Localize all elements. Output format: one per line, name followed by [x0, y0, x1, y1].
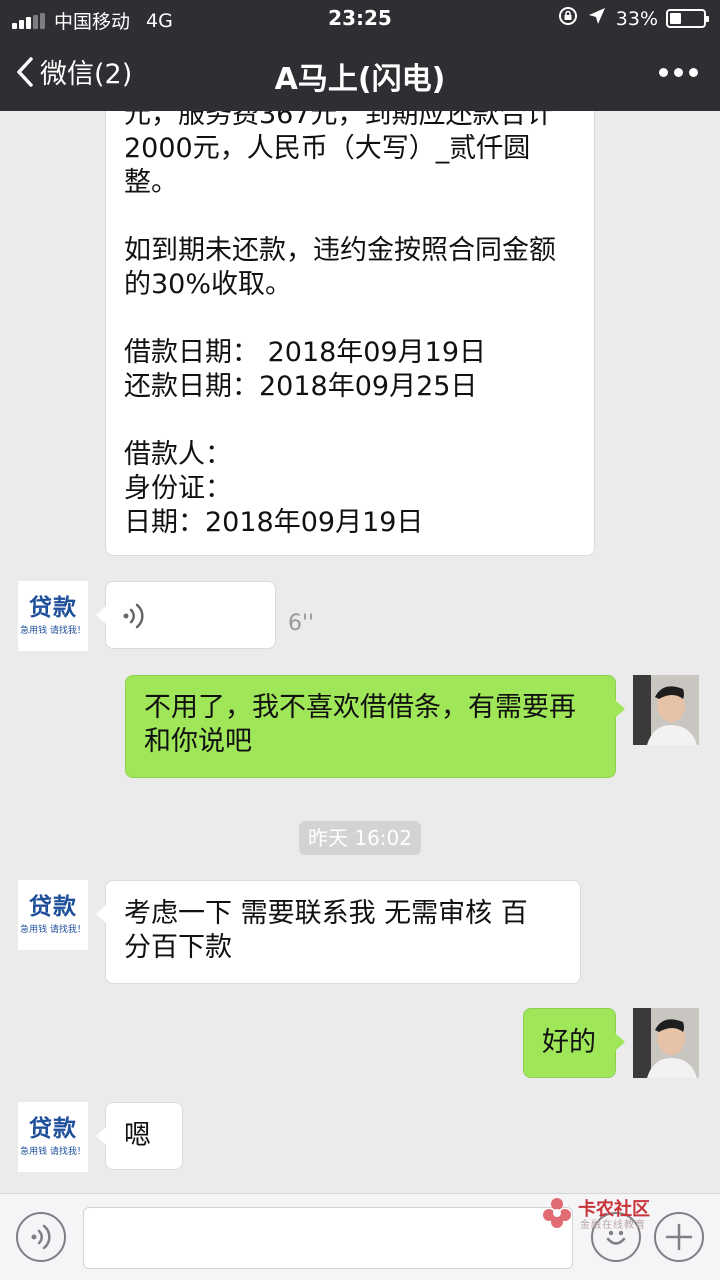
reply-message[interactable]: 好的: [523, 1008, 625, 1078]
watermark-logo-icon: [543, 1198, 571, 1228]
nav-bar: 微信(2) A马上(闪电): [0, 38, 720, 111]
my-avatar[interactable]: [633, 1008, 699, 1078]
rotation-lock-icon: [558, 6, 578, 31]
voice-duration: 6'': [288, 611, 315, 636]
contact-message-text: 考虑一下 需要联系我 无需审核 百 分百下款: [124, 898, 528, 963]
battery-icon: [666, 9, 709, 28]
voice-wave-icon: [123, 603, 144, 629]
contract-message[interactable]: 元，服务费367元，到期应还款合计 2000元，人民币（大写）_贰仟圆 整。 如…: [105, 111, 595, 556]
my-avatar[interactable]: [633, 675, 699, 745]
voice-input-button[interactable]: [16, 1212, 66, 1262]
avatar-line1: 贷款: [29, 1116, 77, 1142]
avatar-line1: 贷款: [29, 595, 77, 621]
avatar-line2: 急用钱 请找我！: [20, 925, 86, 935]
more-button[interactable]: [653, 68, 698, 77]
contact-avatar[interactable]: 贷款 急用钱 请找我！: [18, 581, 88, 651]
contract-partial-line: 元，服务费367元，到期应还款合计: [124, 111, 554, 130]
reply-message[interactable]: 不用了，我不喜欢借借条，有需要再 和你说吧: [125, 675, 625, 778]
reply-text: 好的: [542, 1027, 596, 1058]
reply-text: 不用了，我不喜欢借借条，有需要再 和你说吧: [144, 692, 576, 757]
watermark: 卡农社区 金融在线教育: [540, 1195, 670, 1231]
avatar-photo: [633, 675, 699, 745]
chat-title: A马上(闪电): [274, 62, 446, 97]
avatar-line2: 急用钱 请找我！: [20, 626, 86, 636]
message-input[interactable]: [83, 1207, 573, 1269]
watermark-subtitle: 金融在线教育: [580, 1220, 646, 1231]
contact-avatar[interactable]: 贷款 急用钱 请找我！: [18, 880, 88, 950]
contract-text: 2000元，人民币（大写）_贰仟圆 整。 如到期未还款，违约金按照合同金额 的3…: [124, 133, 556, 538]
voice-icon: [31, 1224, 51, 1250]
avatar-line1: 贷款: [29, 894, 77, 920]
header: 中国移动 4G 23:25 33% 微信(2) A马上(闪电): [0, 0, 720, 111]
contact-avatar[interactable]: 贷款 急用钱 请找我！: [18, 1102, 88, 1172]
timestamp: 昨天 16:02: [299, 821, 421, 855]
avatar-line2: 急用钱 请找我！: [20, 1147, 86, 1157]
location-icon: [588, 7, 606, 30]
avatar-photo: [633, 1008, 699, 1078]
contact-message-text: 嗯: [124, 1120, 151, 1151]
chat-area: 元，服务费367元，到期应还款合计 2000元，人民币（大写）_贰仟圆 整。 如…: [0, 111, 720, 1193]
voice-message[interactable]: [96, 581, 276, 649]
status-bar: 中国移动 4G 23:25 33%: [0, 0, 720, 38]
contact-message[interactable]: 嗯: [96, 1102, 183, 1170]
status-right: 33%: [558, 6, 709, 31]
contact-message[interactable]: 考虑一下 需要联系我 无需审核 百 分百下款: [96, 880, 581, 984]
battery-percent: 33%: [615, 7, 658, 30]
